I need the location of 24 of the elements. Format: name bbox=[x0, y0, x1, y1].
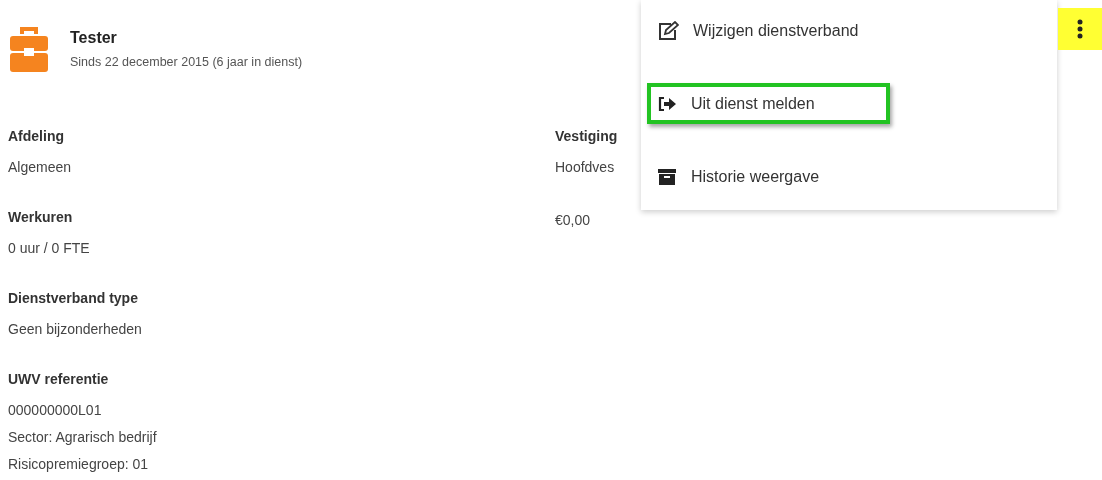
field-label: Dienstverband type bbox=[8, 289, 138, 308]
field-value: Risicopremiegroep: 01 bbox=[8, 455, 149, 474]
field-value: Sector: Agrarisch bedrijf bbox=[8, 428, 157, 447]
field-value: Hoofdves bbox=[555, 158, 615, 177]
field-label: UWV referentie bbox=[8, 370, 109, 389]
field-value: Geen bijzonderheden bbox=[8, 320, 142, 339]
menu-item[interactable]: Historie weergave bbox=[647, 156, 890, 197]
sign-out-icon bbox=[657, 95, 677, 112]
archive-icon bbox=[657, 167, 677, 186]
briefcase-icon bbox=[10, 26, 48, 72]
more-button[interactable] bbox=[1058, 8, 1102, 50]
employee-name: Tester bbox=[70, 29, 118, 47]
edit-icon bbox=[657, 20, 679, 41]
field-value: 000000000L01 bbox=[8, 401, 102, 420]
field-label: Werkuren bbox=[8, 208, 73, 227]
menu-item[interactable]: Wijzigen dienstverband bbox=[647, 10, 890, 51]
employment-since: Sinds 22 december 2015 (6 jaar in dienst) bbox=[70, 55, 303, 69]
field-value: €0,00 bbox=[555, 211, 591, 230]
field-label: Vestiging bbox=[555, 127, 618, 146]
field-value: 0 uur / 0 FTE bbox=[8, 239, 90, 258]
kebab-icon bbox=[1077, 19, 1083, 39]
field-label: Afdeling bbox=[8, 127, 64, 146]
field-value: Algemeen bbox=[8, 158, 72, 177]
menu-item[interactable]: Uit dienst melden bbox=[647, 83, 890, 124]
